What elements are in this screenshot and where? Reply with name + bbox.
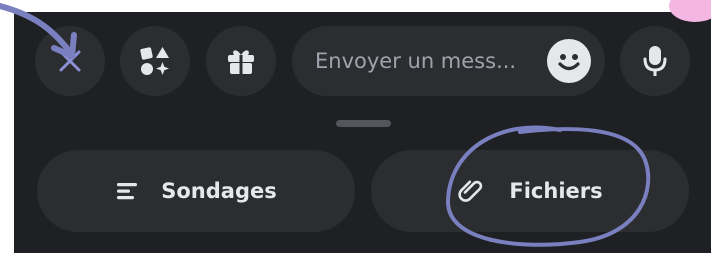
close-button[interactable] [35, 26, 105, 96]
gift-icon [228, 50, 254, 74]
paperclip-icon [458, 180, 483, 202]
message-input[interactable]: Envoyer un mess... [292, 26, 605, 96]
drag-handle[interactable] [336, 120, 391, 127]
emoji-icon [558, 54, 580, 71]
files-button[interactable]: Fichiers [371, 150, 689, 232]
apps-button[interactable] [120, 26, 190, 96]
apps-icon [140, 47, 169, 75]
message-placeholder: Envoyer un mess... [315, 49, 517, 73]
microphone-icon [643, 46, 667, 76]
list-icon [117, 183, 138, 200]
emoji-button[interactable] [547, 39, 591, 83]
polls-button[interactable]: Sondages [37, 150, 355, 232]
microphone-button[interactable] [620, 26, 690, 96]
polls-label: Sondages [161, 179, 277, 203]
files-label: Fichiers [509, 179, 603, 203]
close-icon [59, 50, 81, 72]
gift-button[interactable] [206, 26, 276, 96]
